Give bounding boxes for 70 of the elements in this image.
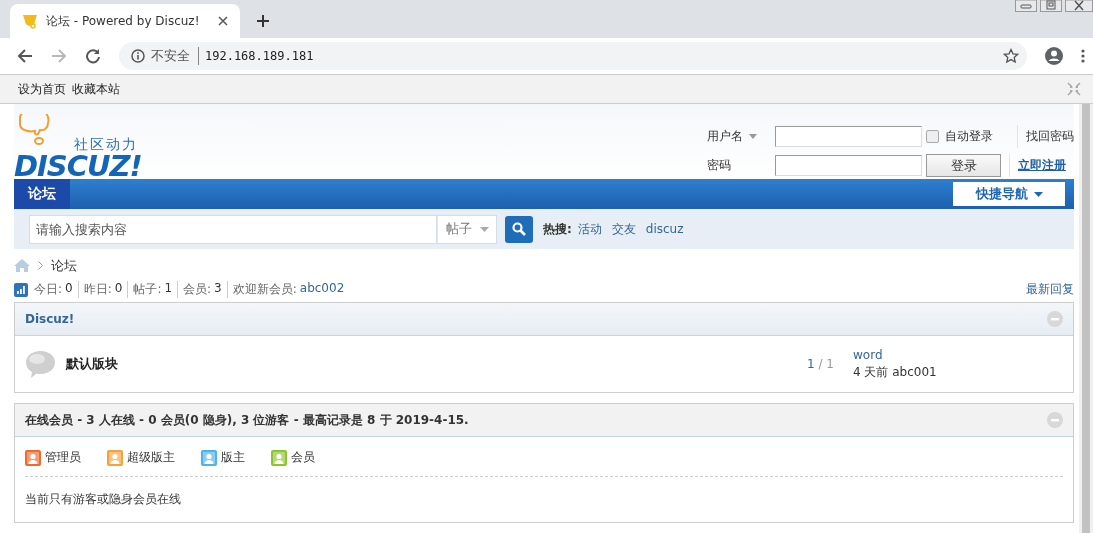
new-tab-icon[interactable]: [256, 14, 270, 28]
thread-count: 1: [807, 357, 815, 371]
stat-label: 昨日:: [83, 281, 112, 298]
username-label[interactable]: 用户名: [707, 128, 775, 145]
back-icon[interactable]: [17, 48, 33, 64]
bar-chart-icon: [14, 282, 28, 297]
chevron-icon: [38, 261, 43, 271]
caret-icon: [479, 226, 489, 232]
info-icon: [131, 49, 145, 63]
restore-icon[interactable]: [1040, 0, 1062, 12]
stat-label: 今日:: [34, 281, 63, 298]
caret-icon: [749, 134, 757, 139]
checkbox[interactable]: [926, 130, 939, 143]
close-icon[interactable]: [218, 16, 228, 26]
stat-value: 0: [65, 281, 73, 297]
url-text: 192.168.189.181: [205, 49, 315, 63]
stat-value: 1: [164, 281, 173, 297]
security-label: 不安全: [151, 47, 199, 65]
online-title: 在线会员 - 3 人在线 - 0 会员(0 隐身), 3 位游客 - 最高记录是 8 于 2019-4-15.: [25, 411, 469, 429]
minimize-icon[interactable]: [1015, 0, 1037, 12]
hot-search-link[interactable]: 交友: [611, 220, 636, 238]
close-icon[interactable]: [1065, 0, 1093, 12]
stat-label: 帖子:: [133, 281, 162, 298]
star-icon[interactable]: [1003, 48, 1019, 64]
login-button[interactable]: 登录: [926, 154, 1001, 177]
browser-tab[interactable]: 论坛 - Powered by Discuz!: [10, 4, 240, 38]
password-field[interactable]: [775, 155, 922, 176]
last-post-meta: 4 天前 abc001: [853, 363, 938, 381]
hot-search-link[interactable]: discuz: [645, 222, 684, 237]
bookmark-link[interactable]: 设为首页: [18, 80, 66, 98]
collapse-arrows-icon[interactable]: [1067, 82, 1081, 96]
legend-label: 管理员: [45, 449, 81, 466]
scope-dropdown[interactable]: 帖子: [437, 214, 497, 244]
menu-icon[interactable]: [1081, 49, 1085, 63]
scrollbar-thumb[interactable]: [1082, 104, 1090, 533]
stat-label: 欢迎新会员:: [232, 281, 297, 298]
speech-bubble-icon: [25, 349, 56, 379]
reload-icon[interactable]: [85, 48, 101, 64]
category-title[interactable]: Discuz!: [25, 312, 75, 326]
breadcrumb-link[interactable]: 论坛: [51, 256, 77, 275]
password-label: 密码: [707, 157, 732, 174]
hot-search-label: 热搜:: [543, 220, 572, 238]
bookmark-link[interactable]: 收藏本站: [72, 80, 120, 98]
legend-label: 超级版主: [127, 449, 175, 466]
post-count: / 1: [818, 357, 834, 371]
last-post-link[interactable]: word: [853, 347, 1063, 362]
legend-label: 会员: [291, 449, 315, 466]
username-field[interactable]: [775, 126, 922, 147]
remember-label: 自动登录: [945, 128, 994, 145]
address-bar[interactable]: 不安全 192.168.189.181: [119, 42, 1027, 70]
latest-replies-link[interactable]: 最新回复: [1026, 281, 1074, 298]
search-button[interactable]: [505, 215, 533, 243]
member-link[interactable]: abc002: [299, 281, 345, 298]
stat-value: 0: [114, 281, 123, 297]
stat-value: 3: [214, 281, 222, 297]
online-message: 当前只有游客或隐身会员在线: [24, 491, 182, 508]
hot-search-link[interactable]: 活动: [577, 220, 602, 238]
stat-label: 会员:: [183, 281, 212, 298]
register-link[interactable]: 立即注册: [1009, 154, 1066, 177]
account-icon[interactable]: [1045, 47, 1063, 65]
nav-tab[interactable]: 论坛: [14, 179, 70, 210]
forum-name[interactable]: 默认版块: [66, 355, 797, 373]
search-icon: [512, 222, 526, 237]
caret-icon: [1033, 191, 1043, 197]
search-field[interactable]: 请输入搜索内容: [29, 214, 437, 244]
quick-nav-button[interactable]: 快捷导航: [953, 182, 1065, 207]
forgot-password-link[interactable]: 找回密码: [1017, 125, 1074, 148]
legend-label: 版主: [221, 449, 245, 466]
tab-title: 论坛 - Powered by Discuz!: [46, 12, 201, 30]
logo-tagline: 社区动力: [74, 136, 138, 154]
